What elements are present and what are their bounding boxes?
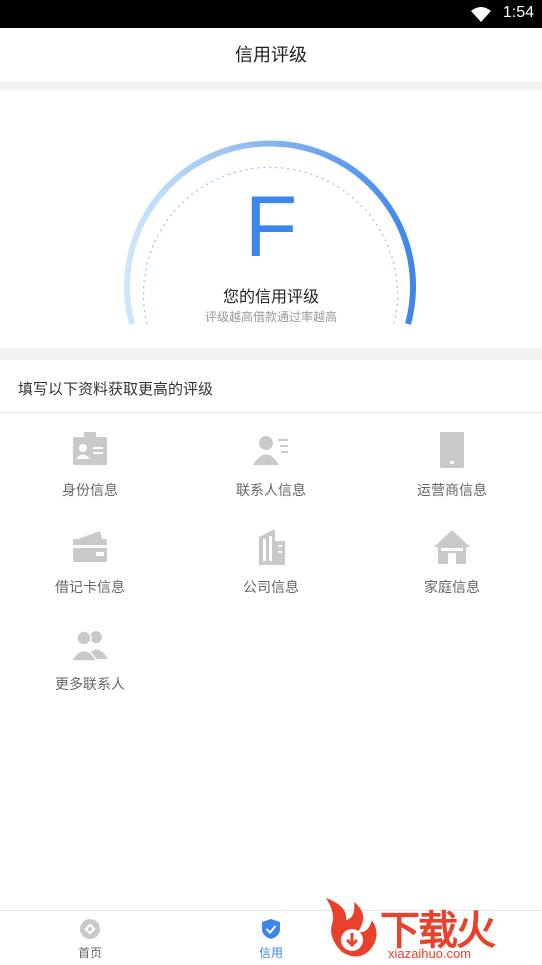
item-company[interactable]: 公司信息 xyxy=(181,527,361,607)
wifi-icon xyxy=(471,7,491,22)
item-label: 借记卡信息 xyxy=(55,580,125,596)
item-more-contacts[interactable]: 更多联系人 xyxy=(0,624,180,704)
status-bar: 1:54 xyxy=(0,0,542,28)
grade-label: 您的信用评级 xyxy=(222,287,319,306)
shield-check-icon xyxy=(262,919,280,939)
wallet-icon xyxy=(73,531,107,562)
page-title: 信用评级 xyxy=(235,45,307,66)
building-icon xyxy=(259,529,285,565)
phone-icon xyxy=(440,432,464,468)
home-icon xyxy=(80,919,100,939)
item-identity[interactable]: 身份信息 xyxy=(0,430,180,510)
section-title: 填写以下资料获取更高的评级 xyxy=(18,380,214,398)
divider xyxy=(0,348,542,360)
item-label: 联系人信息 xyxy=(236,483,306,499)
contact-icon xyxy=(253,436,288,465)
divider xyxy=(0,82,542,90)
app-header: 信用评级 xyxy=(0,28,542,82)
flame-logo-icon xyxy=(326,898,377,957)
house-icon xyxy=(434,530,470,564)
divider xyxy=(0,412,542,413)
watermark-url: xiazaihuo.com xyxy=(388,946,472,961)
id-card-icon xyxy=(73,432,107,465)
item-label: 公司信息 xyxy=(243,580,299,596)
tab-home[interactable]: 首页 xyxy=(0,911,180,965)
item-label: 身份信息 xyxy=(62,483,118,499)
watermark: 下载火 xiazaihuo.com xyxy=(318,894,542,964)
item-carrier[interactable]: 运营商信息 xyxy=(362,430,542,510)
status-time: 1:54 xyxy=(502,4,534,21)
item-label: 家庭信息 xyxy=(424,580,480,596)
item-label: 更多联系人 xyxy=(55,677,125,693)
rating-card: F 您的信用评级 评级越高借款通过率越高 xyxy=(0,90,542,348)
people-icon xyxy=(70,630,108,662)
item-contacts[interactable]: 联系人信息 xyxy=(181,430,361,510)
item-label: 运营商信息 xyxy=(417,483,487,499)
tab-label: 首页 xyxy=(77,946,102,960)
item-family[interactable]: 家庭信息 xyxy=(362,527,542,607)
credit-grade: F xyxy=(244,179,298,275)
grade-subtitle: 评级越高借款通过率越高 xyxy=(204,310,337,324)
item-debit-card[interactable]: 借记卡信息 xyxy=(0,527,180,607)
